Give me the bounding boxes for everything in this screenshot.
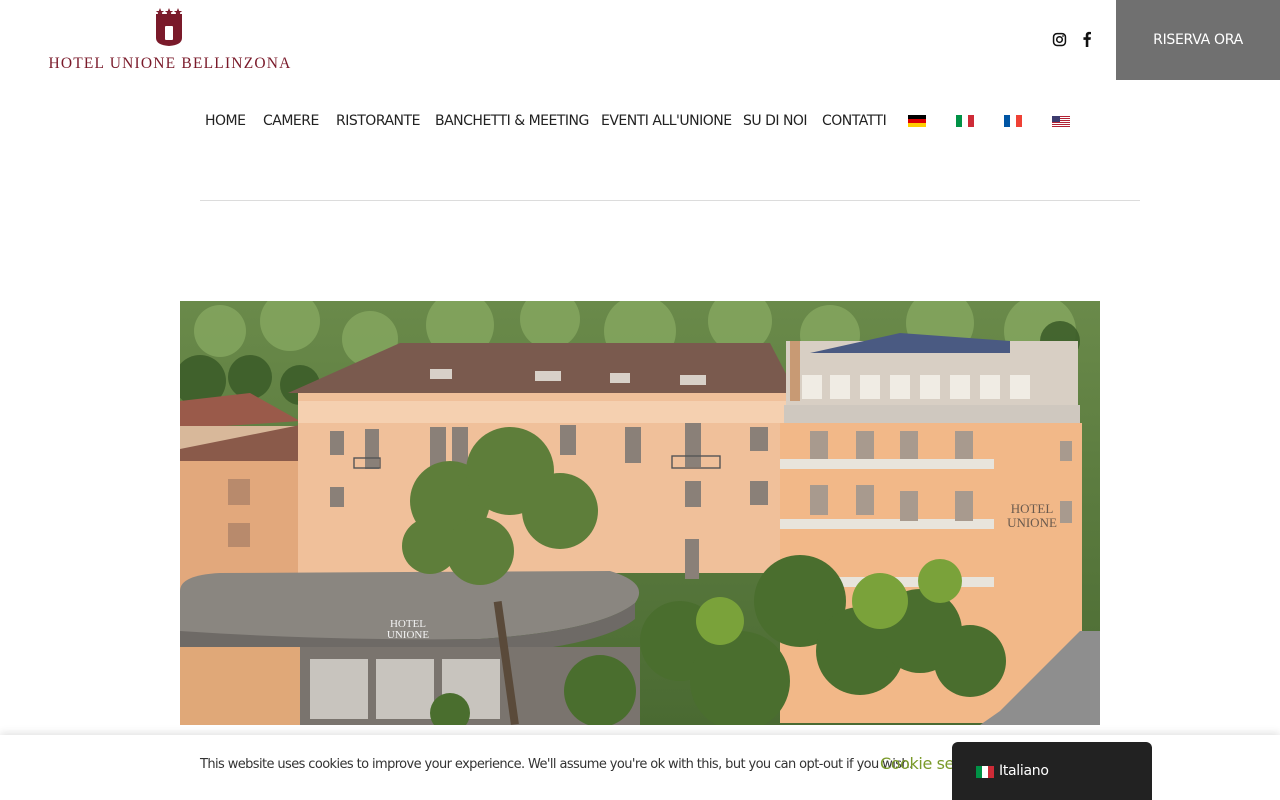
nav-item-banchetti-meeting[interactable]: BANCHETTI & MEETING [435,108,589,134]
hotel-hero-photo: HOTEL UNIONE HOTEL UNIONE [180,301,1100,725]
nav-item-home[interactable]: HOME [205,108,246,134]
flag-it-icon [976,766,994,778]
svg-text:HOTEL: HOTEL [1011,501,1054,516]
language-label: Italiano [999,763,1049,779]
language-switcher[interactable]: Italiano [952,742,1152,800]
facebook-icon[interactable] [1078,30,1096,48]
nav-item-ristorante[interactable]: RISTORANTE [336,108,420,134]
svg-text:UNIONE: UNIONE [387,629,429,641]
flag-it-icon[interactable] [956,115,974,127]
svg-text:UNIONE: UNIONE [1007,515,1057,530]
nav-item-contatti[interactable]: CONTATTI [822,108,887,134]
flag-us-icon[interactable] [1052,115,1070,127]
cookie-message: This website uses cookies to improve you… [200,757,913,772]
hotel-logo[interactable]: HOTEL UNIONE BELLINZONA [20,6,320,76]
site-header: HOTEL UNIONE BELLINZONA RISERVA ORA [0,0,1280,80]
nav-item-camere[interactable]: CAMERE [263,108,319,134]
cookie-settings-link[interactable]: Cookie set [880,754,960,773]
logo-wordmark: HOTEL UNIONE BELLINZONA [48,55,292,72]
header-divider [200,200,1140,201]
nav-item-su-di-noi[interactable]: SU DI NOI [743,108,808,134]
flag-de-icon[interactable] [908,115,926,127]
nav-item-eventi[interactable]: EVENTI ALL'UNIONE [601,108,732,134]
main-navigation: HOME CAMERE RISTORANTE BANCHETTI & MEETI… [0,108,1280,134]
reserve-now-button[interactable]: RISERVA ORA [1116,0,1280,80]
instagram-icon[interactable] [1050,30,1068,48]
flag-fr-icon[interactable] [1004,115,1022,127]
castle-crest-icon [155,8,183,46]
